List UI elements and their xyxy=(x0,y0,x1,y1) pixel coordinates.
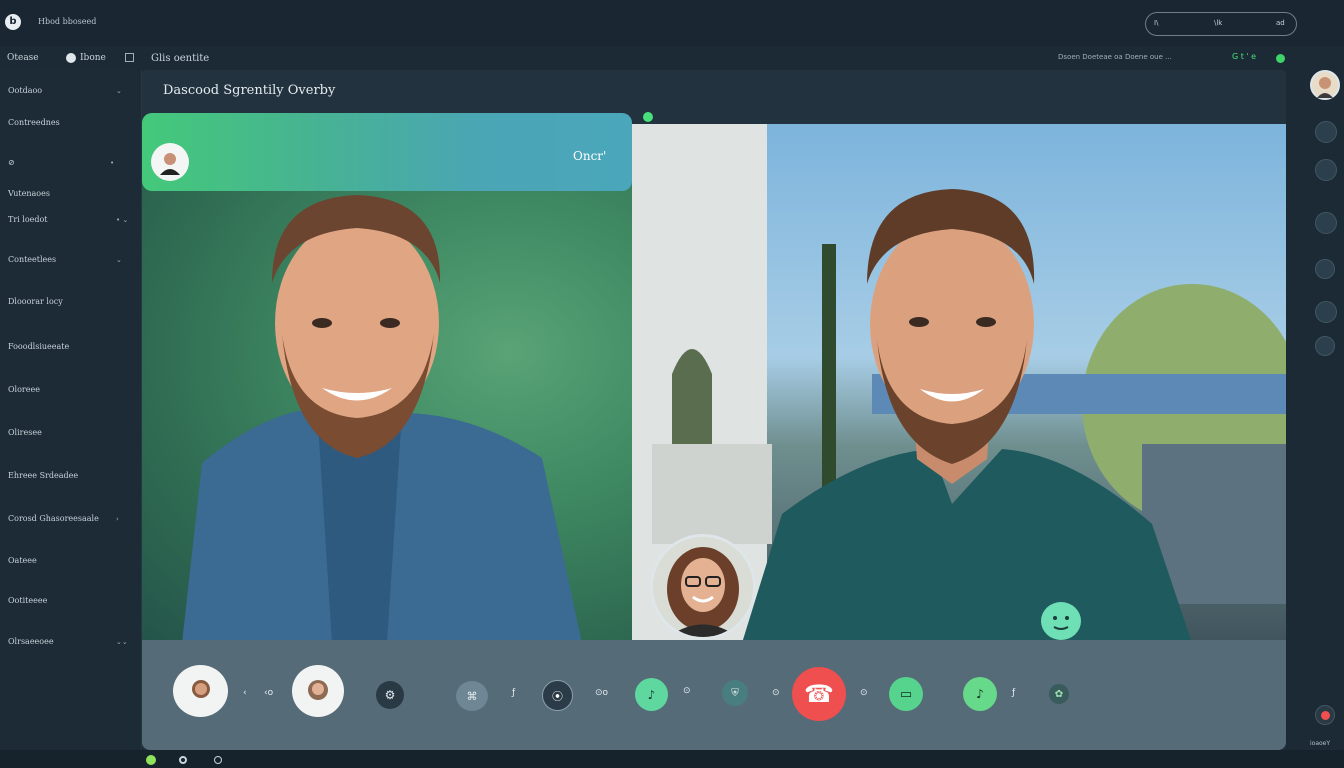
sidebar-item-12-chevron-icon: › xyxy=(116,515,119,523)
menu-item-1[interactable]: Otease xyxy=(7,53,39,63)
search-left-label: I\ xyxy=(1154,19,1159,27)
participant-video-left xyxy=(182,195,582,643)
chat-icon[interactable]: ♪ xyxy=(963,677,997,711)
menu-item-2[interactable]: Ibone xyxy=(80,53,106,63)
end-call-button[interactable]: ☎ xyxy=(792,667,846,721)
user-avatar[interactable] xyxy=(1310,70,1340,100)
sidebar-item-7[interactable]: Dlooorar locy xyxy=(8,297,63,306)
sidebar-item-14[interactable]: Ootiteeee xyxy=(8,596,47,605)
sidebar-item-5[interactable]: Tri loedot xyxy=(8,215,48,224)
sidebar-item-13[interactable]: Oateee xyxy=(8,556,37,565)
header-avatar[interactable] xyxy=(151,143,189,181)
status-online-dot xyxy=(1276,54,1285,63)
sidebar-item-10[interactable]: Oliresee xyxy=(8,428,42,437)
control-label-3: ƒ xyxy=(512,688,516,698)
rail-settings-icon[interactable] xyxy=(1315,259,1335,279)
sidebar xyxy=(0,70,142,750)
participant-avatar-1[interactable] xyxy=(173,665,228,717)
footer-settings-icon[interactable] xyxy=(214,756,222,764)
self-view-pip[interactable] xyxy=(650,534,756,640)
sidebar-item-11[interactable]: Ehreee Srdeadee xyxy=(8,471,78,480)
effects-icon[interactable]: ✿ xyxy=(1049,684,1069,704)
sidebar-item-15-chevron-icon: ⌄⌄ xyxy=(116,638,128,646)
shield-icon[interactable]: ⛨ xyxy=(722,680,748,706)
status-indicators: G t ' e xyxy=(1232,52,1257,61)
control-label-4: ⊙o xyxy=(595,688,609,698)
control-label-1: ‹ xyxy=(243,688,247,698)
page-title: Dascood Sgrentily Overby xyxy=(163,83,336,98)
control-label-5: ⊙ xyxy=(683,686,691,696)
record-icon[interactable]: ⦿ xyxy=(542,680,573,711)
sidebar-item-3-chevron-icon: • xyxy=(110,159,115,167)
online-indicator xyxy=(643,112,653,122)
video-tile-left[interactable] xyxy=(142,113,632,643)
control-label-6: ⊙ xyxy=(772,688,780,698)
menu-item-3[interactable]: Glis oentite xyxy=(151,53,209,64)
search-mid-label: \lk xyxy=(1214,19,1223,27)
search-input[interactable]: I\ \lk ad xyxy=(1145,12,1297,36)
rail-calls-icon[interactable] xyxy=(1315,212,1337,234)
search-right-label: ad xyxy=(1276,19,1285,27)
tile-header-label: Oncr' xyxy=(573,149,607,163)
sidebar-item-6[interactable]: Conteetlees xyxy=(8,255,56,264)
sidebar-item-2[interactable]: Contreednes xyxy=(8,118,60,127)
sidebar-item-4[interactable]: Vutenaoes xyxy=(8,189,50,198)
sidebar-item-3[interactable]: ⊘ xyxy=(8,158,15,167)
rail-record-button[interactable] xyxy=(1315,705,1335,725)
rail-bottom-label: ioaoeY xyxy=(1310,740,1331,747)
microphone-icon[interactable]: ♪ xyxy=(635,678,668,711)
sidebar-item-5-chevron-icon: • ⌄ xyxy=(116,216,129,224)
grid-icon[interactable] xyxy=(125,53,134,62)
sidebar-item-1[interactable]: Ootdaoo xyxy=(8,86,42,95)
rail-help-icon[interactable] xyxy=(1315,336,1335,356)
sidebar-item-15[interactable]: Olrsaeeoee xyxy=(8,637,54,646)
footer-status-icon xyxy=(146,755,156,765)
app-logo-icon: b xyxy=(5,14,21,30)
camera-icon[interactable]: ▭ xyxy=(889,677,923,711)
control-label-8: ƒ xyxy=(1012,688,1016,698)
control-label-2: ‹o xyxy=(264,688,274,698)
footer-bar xyxy=(0,750,1344,768)
flip-camera-icon[interactable]: ⚙ xyxy=(376,681,404,709)
sidebar-item-8[interactable]: Fooodlsiueeate xyxy=(8,342,69,351)
sidebar-item-1-chevron-icon: ⌄ xyxy=(116,87,122,95)
screen-share-icon[interactable]: ⌘ xyxy=(456,681,488,711)
participant-avatar-2[interactable] xyxy=(292,665,344,717)
reaction-emoji-icon[interactable] xyxy=(1041,602,1081,640)
sidebar-item-6-chevron-icon: ⌄ xyxy=(116,256,122,264)
info-icon xyxy=(66,53,76,63)
self-view-video xyxy=(653,537,753,637)
footer-mic-icon[interactable] xyxy=(179,756,187,764)
sidebar-item-9[interactable]: Oloreee xyxy=(8,385,40,394)
status-text: Dsoen Doeteae oa Doene oue ... xyxy=(1058,53,1172,61)
title-bar xyxy=(0,0,1344,46)
tile-header-bar xyxy=(142,113,632,191)
control-label-7: ⊙ xyxy=(860,688,868,698)
sidebar-item-12[interactable]: Corosd Ghasoreesaale xyxy=(8,514,99,523)
app-title: Hbod bboseed xyxy=(38,17,97,26)
rail-contacts-icon[interactable] xyxy=(1315,121,1337,143)
rail-chat-icon[interactable] xyxy=(1315,159,1337,181)
rail-notifications-icon[interactable] xyxy=(1315,301,1337,323)
